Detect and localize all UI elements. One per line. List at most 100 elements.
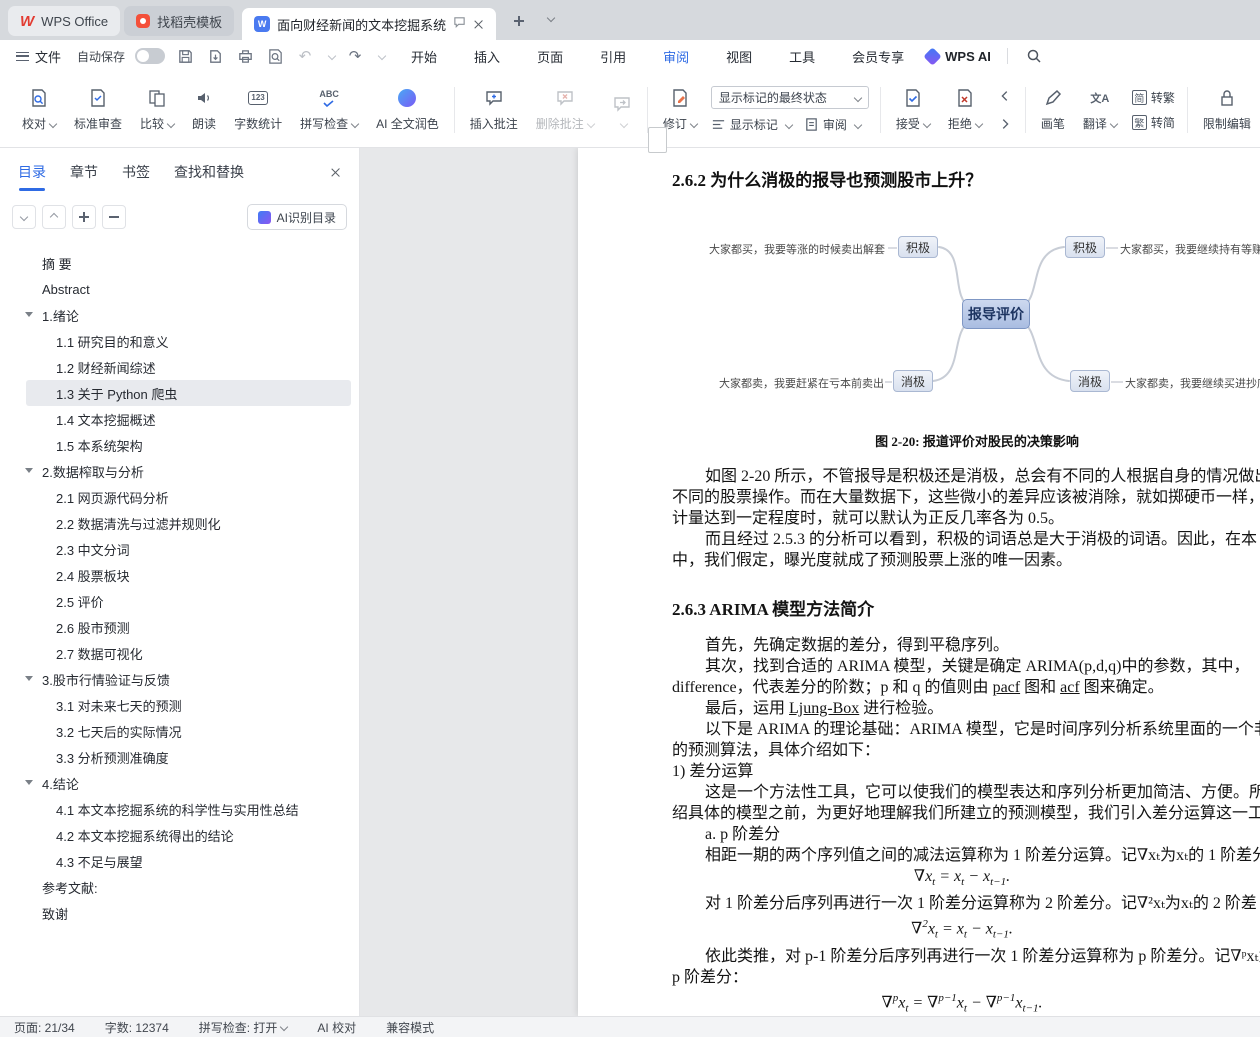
figure-caption[interactable]: 图 2-20: 报道评价对股民的决策影响 xyxy=(672,431,1260,450)
doc-line[interactable]: 中，我们假定，曝光度就成了预测股票上涨的唯一因素。 xyxy=(672,550,1260,571)
toc-item[interactable]: 2.1 网页源代码分析 xyxy=(0,484,359,510)
toc-item[interactable]: 1.5 本系统架构 xyxy=(0,432,359,458)
doc-line[interactable]: 依此类推，对 p-1 阶差分后序列再进行一次 1 阶差分运算称为 p 阶差分。记… xyxy=(672,946,1260,967)
doc-line[interactable]: 以下是 ARIMA 的理论基础：ARIMA 模型，它是时间序列分析系统里面的一个… xyxy=(672,719,1260,740)
doc-line[interactable]: 1) 差分运算 xyxy=(672,761,1260,782)
doc-line[interactable]: 而且经过 2.5.3 的分析可以看到，积极的词语总是大于消极的词语。因此，在本 xyxy=(672,529,1260,550)
toc-item[interactable]: 3.2 七天后的实际情况 xyxy=(0,718,359,744)
toc-item[interactable]: 1.2 财经新闻综述 xyxy=(0,354,359,380)
section-heading-263[interactable]: 2.6.3 ARIMA 模型方法简介 xyxy=(672,597,1260,623)
menu-item-view[interactable]: 视图 xyxy=(724,40,754,73)
toc-item[interactable]: 2.7 数据可视化 xyxy=(0,640,359,666)
formula-first-difference[interactable]: ∇xt = xt − xt−1. xyxy=(672,866,1252,893)
previous-change-button[interactable] xyxy=(995,86,1015,106)
toc-item[interactable]: 2.数据榨取与分析 xyxy=(0,458,359,484)
tab-find-replace[interactable]: 查找和替换 xyxy=(174,162,244,182)
restrict-edit-button[interactable]: 限制编辑 xyxy=(1195,78,1259,142)
close-sidebar-icon[interactable] xyxy=(330,167,341,178)
ai-recognize-toc-button[interactable]: AI识别目录 xyxy=(246,204,347,230)
toc-item[interactable]: 3.股市行情验证与反馈 xyxy=(0,666,359,692)
toc-item[interactable]: 2.3 中文分词 xyxy=(0,536,359,562)
toc-item[interactable]: 4.2 本文本挖掘系统得出的结论 xyxy=(0,822,359,848)
toc-item[interactable]: 参考文献: xyxy=(0,874,359,900)
section-heading-262[interactable]: 2.6.2 为什么消极的报导也预测股市上升？ xyxy=(672,166,982,191)
tab-bookmarks[interactable]: 书签 xyxy=(122,162,150,182)
reject-button[interactable]: 拒绝 xyxy=(940,78,990,142)
proofread-button[interactable]: 校对 xyxy=(14,78,64,142)
doc-line[interactable]: 计量达到一定程度时，就可以默认为正反几率各为 0.5。 xyxy=(672,508,1260,529)
undo-chevron-icon[interactable] xyxy=(327,51,337,61)
tab-list-chevron-icon[interactable] xyxy=(544,10,556,28)
menu-item-tools[interactable]: 工具 xyxy=(787,40,817,73)
doc-line[interactable]: 绍具体的模型之前，为更好地理解我们所建立的预测模型，我们引入差分运算这一工 xyxy=(672,803,1260,824)
standard-review-button[interactable]: 标准审查 xyxy=(66,78,130,142)
tab-toc[interactable]: 目录 xyxy=(18,162,46,191)
toc-item[interactable]: 4.1 本文本挖掘系统的科学性与实用性总结 xyxy=(0,796,359,822)
expand-all-button[interactable] xyxy=(72,205,96,229)
figure-mindmap[interactable]: 报导评价 积极 积极 消极 消极 大家都买，我要等涨的时候卖出解套 大家都买，我… xyxy=(678,225,1260,430)
doc-line[interactable]: 最后，运用 Ljung-Box 进行检验。 xyxy=(672,698,1260,719)
menu-item-review[interactable]: 审阅 xyxy=(661,40,692,75)
redo-chevron-icon[interactable] xyxy=(377,51,387,61)
comment-bubble-icon[interactable] xyxy=(453,16,466,32)
toc-item[interactable]: 2.5 评价 xyxy=(0,588,359,614)
spell-check-status[interactable]: 拼写检查: 打开 xyxy=(199,1019,289,1036)
formula-second-difference[interactable]: ∇2xt = xt − xt−1. xyxy=(672,914,1252,946)
read-aloud-button[interactable]: 朗读 xyxy=(184,78,224,142)
document-canvas[interactable]: 2.6.2 为什么消极的报导也预测股市上升？ 报导评价 积极 积极 消极 消极 … xyxy=(360,148,1260,1016)
new-tab-button[interactable] xyxy=(506,8,532,34)
floating-handle[interactable] xyxy=(648,127,667,153)
formula-p-difference[interactable]: ∇pxt = ∇p−1xt − ∇p−1xt−1. xyxy=(672,988,1252,1016)
compare-button[interactable]: 比较 xyxy=(132,78,182,142)
menu-item-reference[interactable]: 引用 xyxy=(598,40,628,73)
undo-button[interactable]: ↶ xyxy=(295,46,315,66)
tab-wps-office[interactable]: W WPS Office xyxy=(8,6,121,36)
ai-proofread-status[interactable]: AI 校对 xyxy=(317,1019,356,1036)
comment-navigation-button[interactable] xyxy=(604,78,640,142)
search-button[interactable] xyxy=(1024,46,1044,66)
menu-item-start[interactable]: 开始 xyxy=(409,40,439,73)
compatibility-mode-status[interactable]: 兼容模式 xyxy=(386,1019,434,1036)
expand-item-button[interactable] xyxy=(12,205,36,229)
page-indicator[interactable]: 页面: 21/34 xyxy=(14,1019,75,1036)
document-page[interactable]: 2.6.2 为什么消极的报导也预测股市上升？ 报导评价 积极 积极 消极 消极 … xyxy=(578,148,1260,1016)
doc-line[interactable]: 这是一个方法性工具，它可以使我们的模型表达和序列分析更加简洁、方便。所 xyxy=(672,782,1260,803)
toc-item[interactable]: 1.1 研究目的和意义 xyxy=(0,328,359,354)
insert-comment-button[interactable]: 插入批注 xyxy=(462,78,526,142)
delete-comment-button[interactable]: 删除批注 xyxy=(528,78,602,142)
accept-button[interactable]: 接受 xyxy=(888,78,938,142)
wps-ai-button[interactable]: WPS AI xyxy=(923,46,991,66)
word-count-indicator[interactable]: 字数: 12374 xyxy=(105,1019,169,1036)
toc-item[interactable]: 致谢 xyxy=(0,900,359,926)
tab-chapters[interactable]: 章节 xyxy=(70,162,98,182)
toc-item[interactable]: 1.绪论 xyxy=(0,302,359,328)
menu-item-page[interactable]: 页面 xyxy=(535,40,565,73)
doc-line[interactable]: 其次，找到合适的 ARIMA 模型，关键是确定 ARIMA(p,d,q)中的参数… xyxy=(672,656,1260,677)
spell-check-button[interactable]: ABC 拼写检查 xyxy=(292,78,366,142)
toc-item[interactable]: Abstract xyxy=(0,276,359,302)
brush-button[interactable]: 画笔 xyxy=(1033,78,1073,142)
toc-item[interactable]: 4.结论 xyxy=(0,770,359,796)
doc-line[interactable]: 的预测算法，具体介绍如下： xyxy=(672,740,1260,761)
next-change-button[interactable] xyxy=(995,114,1015,134)
doc-line[interactable]: 对 1 阶差分后序列再进行一次 1 阶差分运算称为 2 阶差分。记∇²xₜ为xₜ… xyxy=(672,893,1260,914)
doc-line[interactable]: 相距一期的两个序列值之间的减法运算称为 1 阶差分运算。记∇xₜ为xₜ的 1 阶… xyxy=(672,845,1260,866)
close-tab-icon[interactable] xyxy=(473,19,484,30)
word-count-button[interactable]: 123 字数统计 xyxy=(226,78,290,142)
doc-line[interactable]: 如图 2-20 所示，不管报导是积极还是消极，总会有不同的人根据自身的情况做出 xyxy=(672,466,1260,487)
export-button[interactable] xyxy=(205,46,225,66)
doc-line[interactable]: difference，代表差分的阶数；p 和 q 的值则由 pacf 图和 ac… xyxy=(672,677,1260,698)
toc-item[interactable]: 2.4 股票板块 xyxy=(0,562,359,588)
doc-line[interactable]: 不同的股票操作。而在大量数据下，这些微小的差异应该被消除，就如掷硬币一样， xyxy=(672,487,1260,508)
doc-line[interactable]: a. p 阶差分 xyxy=(672,824,1260,845)
autosave-toggle[interactable] xyxy=(135,48,166,64)
doc-line[interactable]: 首先，先确定数据的差分，得到平稳序列。 xyxy=(672,635,1260,656)
to-simplified-button[interactable]: 繁 转简 xyxy=(1131,114,1175,131)
redo-button[interactable]: ↷ xyxy=(345,46,365,66)
show-markup-button[interactable]: 显示标记 xyxy=(711,116,794,133)
review-pane-button[interactable]: 审阅 xyxy=(804,116,863,133)
to-traditional-button[interactable]: 简 转繁 xyxy=(1131,89,1175,106)
toc-item[interactable]: 4.3 不足与展望 xyxy=(0,848,359,874)
translate-button[interactable]: 文A 翻译 xyxy=(1075,78,1125,142)
menu-item-insert[interactable]: 插入 xyxy=(472,40,502,73)
